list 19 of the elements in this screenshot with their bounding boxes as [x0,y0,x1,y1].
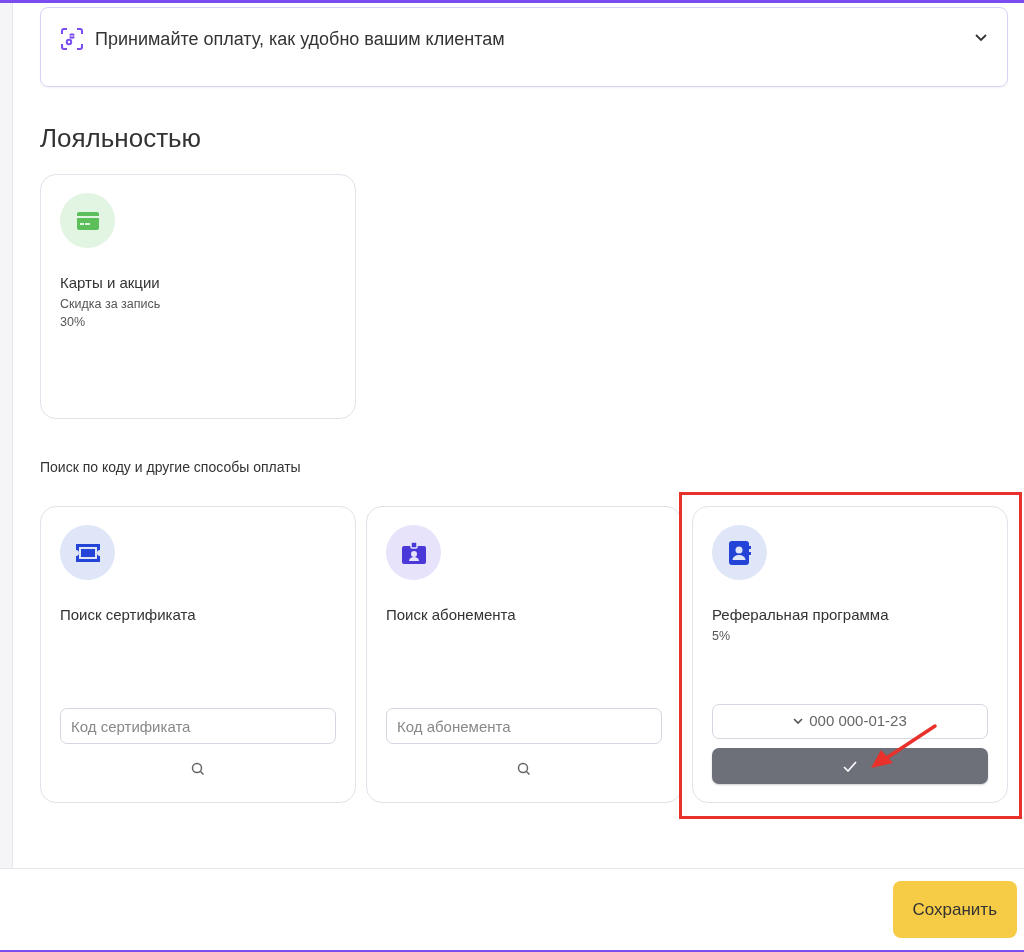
card-title: Реферальная программа [712,605,890,626]
card-title: Карты и акции [60,273,161,294]
section-subheading: Поиск по коду и другие способы оплаты [40,458,302,478]
save-button[interactable]: Сохранить [892,880,1017,939]
card-title: Поиск сертификата [60,605,197,626]
section-heading: Лояльностью [40,123,203,155]
code-input-field[interactable]: Код сертификата [60,708,336,745]
scan-icon [61,26,83,50]
phone-select[interactable]: 000 000-01-23 [712,704,988,740]
card-detail: 30% [60,314,87,332]
chevron-down-icon [793,718,804,726]
accordion-header[interactable]: Принимайте оплату, как удобно вашим клиентам [40,7,1008,87]
card-detail: 5% [712,627,732,645]
check-icon [843,760,857,772]
card-detail: Скидка за запись [60,295,162,313]
card-title: Поиск абонемента [386,605,517,626]
code-input-field[interactable]: Код абонемента [386,708,662,745]
confirm-button[interactable] [712,748,988,785]
accordion-title: Принимайте оплату, как удобно вашим клиентам [95,28,506,51]
